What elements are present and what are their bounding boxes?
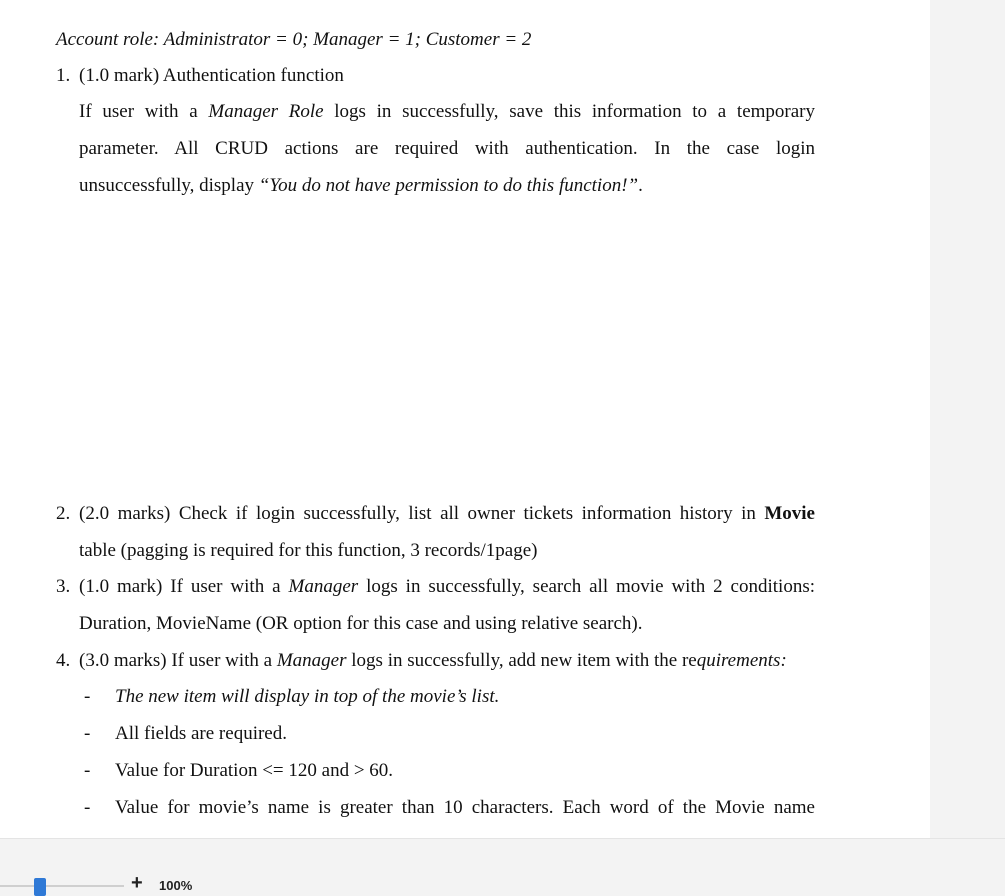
q1-number: 1.: [56, 65, 71, 86]
movie-table-name: Movie: [764, 503, 815, 524]
q1-paragraph-line-2: parameter. All CRUD actions are required…: [79, 138, 815, 159]
q4-bullet-4: Value for movie’s name is greater than 1…: [115, 797, 815, 818]
bullet-dash: -: [84, 686, 91, 707]
q2-line-1: (2.0 marks) Check if login successfully,…: [79, 503, 815, 524]
manager-role-term: Manager Role: [208, 101, 324, 122]
q3-number: 3.: [56, 576, 71, 597]
q4-line-1: (3.0 marks) If user with a Manager logs …: [79, 650, 787, 671]
permission-message: “You do not have permission to do this f…: [258, 175, 639, 196]
q2-number: 2.: [56, 503, 71, 524]
q3-line-2: Duration, MovieName (OR option for this …: [79, 613, 643, 634]
manager-term: Manager: [288, 576, 359, 597]
zoom-slider-thumb[interactable]: [34, 878, 46, 896]
bullet-dash: -: [84, 723, 91, 744]
q1-paragraph-line-1: If user with a Manager Role logs in succ…: [79, 101, 815, 122]
zoom-level-label: 100%: [159, 878, 193, 893]
zoom-in-button[interactable]: +: [131, 872, 143, 894]
q1-paragraph-line-3: unsuccessfully, display “You do not have…: [79, 175, 643, 196]
roles-line: Account role: Administrator = 0; Manager…: [56, 29, 532, 50]
bullet-dash: -: [84, 797, 91, 818]
q4-number: 4.: [56, 650, 71, 671]
bullet-dash: -: [84, 760, 91, 781]
q4-bullet-1: The new item will display in top of the …: [115, 686, 500, 707]
q4-bullet-2: All fields are required.: [115, 723, 287, 744]
document-page: Account role: Administrator = 0; Manager…: [0, 0, 930, 838]
zoom-slider-track[interactable]: [0, 885, 124, 887]
q3-line-1: (1.0 mark) If user with a Manager logs i…: [79, 576, 816, 597]
q2-line-2: table (pagging is required for this func…: [79, 540, 538, 561]
q1-heading: (1.0 mark) Authentication function: [79, 65, 344, 86]
q4-bullet-3: Value for Duration <= 120 and > 60.: [115, 760, 394, 781]
status-bar: + 100%: [0, 838, 1005, 896]
manager-term: Manager: [276, 650, 347, 671]
right-gutter: [930, 0, 1005, 838]
